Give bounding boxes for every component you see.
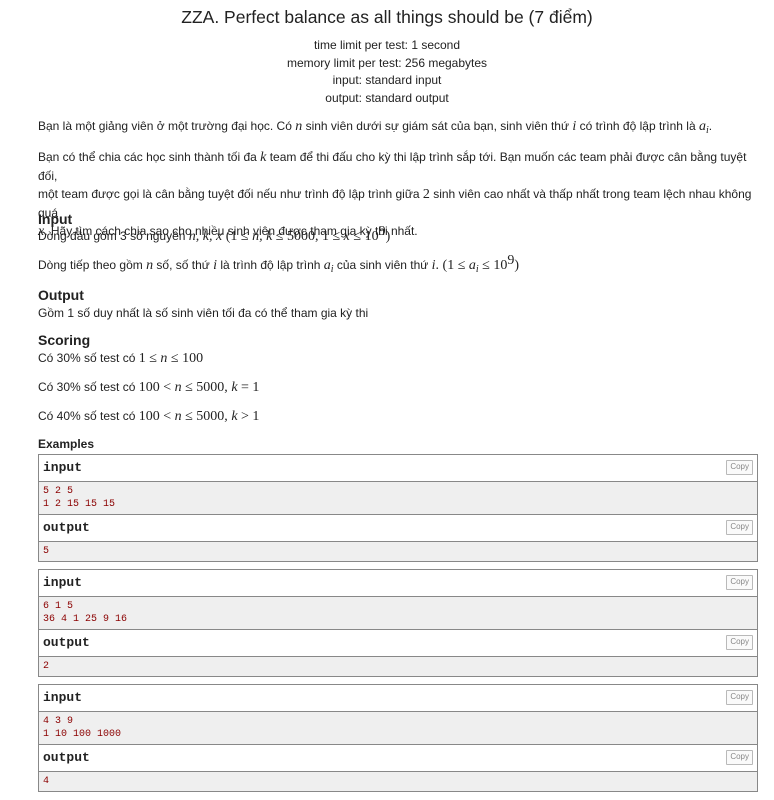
sample-test-3: input Copy 4 3 9 1 10 100 1000 output Co… [38,684,758,792]
sample-input-content: 5 2 5 1 2 15 15 15 [39,482,757,515]
copy-button[interactable]: Copy [726,460,753,475]
examples-heading: Examples [38,437,95,451]
copy-button[interactable]: Copy [726,635,753,650]
output-file: output: standard output [325,91,449,105]
sample-output-label: output [39,515,757,542]
sample-input-content: 6 1 5 36 4 1 25 9 16 [39,597,757,630]
sample-input-block: input Copy 6 1 5 36 4 1 25 9 16 [39,570,757,630]
scoring-line-3: Có 40% số test có 100 < n ≤ 5000, k > 1 [38,409,260,424]
sample-output-block: output Copy 2 [39,630,757,676]
output-heading: Output [38,287,84,303]
sample-input-label: input [39,570,757,597]
problem-title: ZZA. Perfect balance as all things shoul… [181,7,593,27]
sample-output-content: 5 [39,542,757,561]
input-line-2: Dòng tiếp theo gồm n số, số thứ i là trì… [38,253,520,275]
copy-button[interactable]: Copy [726,520,753,535]
input-file: input: standard input [332,73,442,87]
sample-test-1: input Copy 5 2 5 1 2 15 15 15 output Cop… [38,454,758,562]
sample-input-label: input [39,685,757,712]
scoring-line-2: Có 30% số test có 100 < n ≤ 5000, k = 1 [38,380,260,395]
time-limit: time limit per test: 1 second [313,38,461,52]
text: sinh viên dưới sự giám sát của bạn, sinh… [302,119,573,133]
statement-paragraph-1: Bạn là một giảng viên ở một trường đại h… [38,117,756,136]
output-description: Gồm 1 số duy nhất là số sinh viên tối đa… [38,306,369,320]
input-heading: Input [38,211,73,227]
sample-input-content: 4 3 9 1 10 100 1000 [39,712,757,745]
sample-output-content: 4 [39,772,757,791]
copy-button[interactable]: Copy [726,690,753,705]
scoring-line-1: Có 30% số test có 1 ≤ n ≤ 100 [38,351,204,366]
sample-input-block: input Copy 4 3 9 1 10 100 1000 [39,685,757,745]
sample-output-label: output [39,630,757,657]
scoring-heading: Scoring [38,332,91,348]
sample-output-block: output Copy 5 [39,515,757,561]
copy-button[interactable]: Copy [726,750,753,765]
math-var: ai [698,119,709,136]
sample-output-content: 2 [39,657,757,676]
text: Bạn là một giảng viên ở một trường đại h… [38,119,296,133]
sample-test-2: input Copy 6 1 5 36 4 1 25 9 16 output C… [38,569,758,677]
sample-output-block: output Copy 4 [39,745,757,791]
sample-output-label: output [39,745,757,772]
text: . [708,119,713,133]
text: có trình độ lập trình là [576,119,699,133]
sample-input-block: input Copy 5 2 5 1 2 15 15 15 [39,455,757,515]
copy-button[interactable]: Copy [726,575,753,590]
input-line-1: Dòng đầu gồm 3 số nguyên n, k, x (1 ≤ n,… [38,224,391,245]
sample-input-label: input [39,455,757,482]
memory-limit: memory limit per test: 256 megabytes [286,56,488,70]
